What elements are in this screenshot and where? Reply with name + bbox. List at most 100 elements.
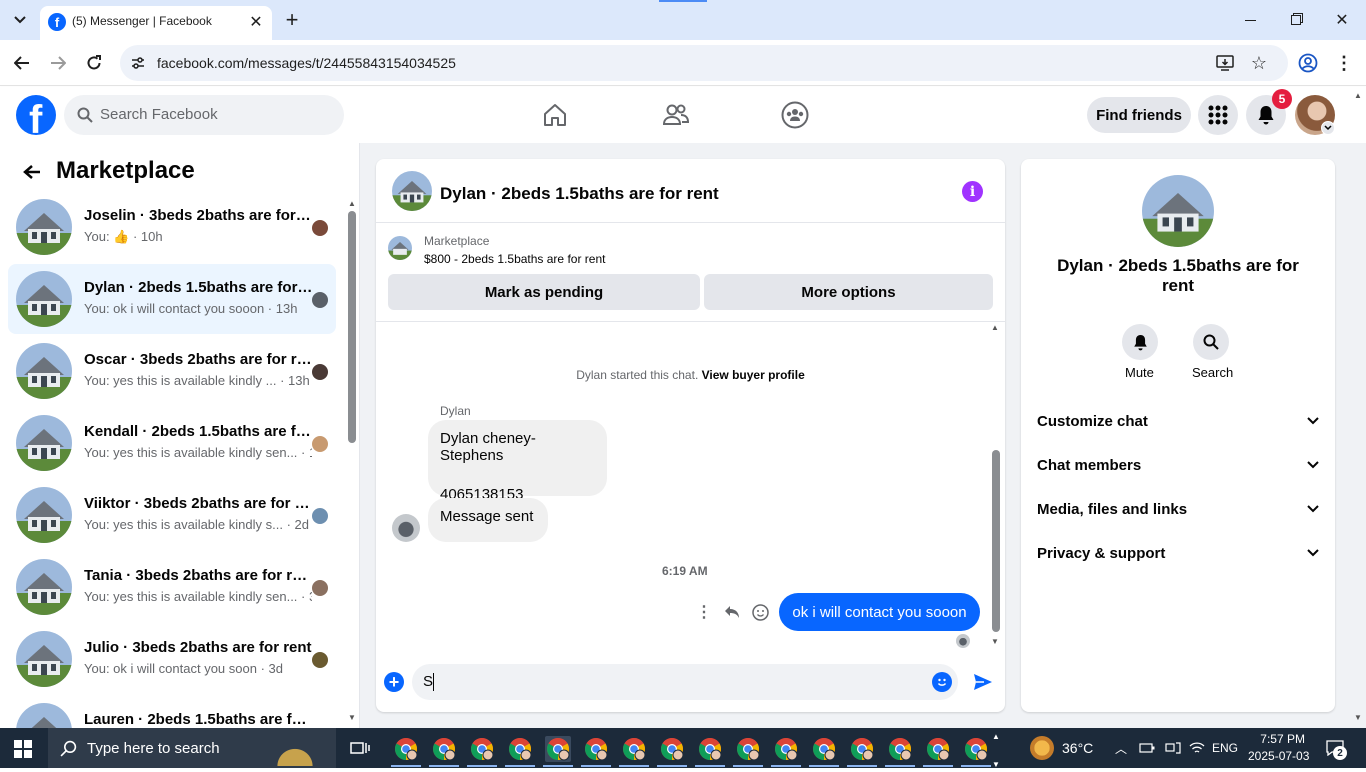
chrome-window-taskbar-icon[interactable] [963, 736, 989, 762]
taskbar-running-indicator [885, 765, 915, 767]
chat-item-time: · 1d [301, 445, 312, 460]
incoming-message[interactable]: Message sent [428, 498, 548, 542]
message-composer[interactable]: S [412, 664, 958, 700]
listing-desc[interactable]: $800 - 2beds 1.5baths are for rent [424, 252, 605, 266]
info-icon[interactable]: i [962, 181, 983, 202]
chat-list-item[interactable]: Oscar · 3beds 2baths are for rent You: ye… [8, 336, 336, 406]
info-section-label: Chat members [1037, 456, 1142, 474]
close-tab-icon[interactable]: ✕ [246, 12, 266, 32]
react-emoji-icon[interactable] [750, 602, 770, 622]
chrome-window-taskbar-icon[interactable] [887, 736, 913, 762]
chrome-window-taskbar-icon[interactable] [431, 736, 457, 762]
language-indicator[interactable]: ENG [1212, 741, 1238, 755]
chat-list-item[interactable]: Julio · 3beds 2baths are for rent You: ok… [8, 624, 336, 694]
weather-icon[interactable] [1030, 736, 1054, 760]
chrome-window-taskbar-icon[interactable] [393, 736, 419, 762]
restore-icon[interactable] [1282, 8, 1310, 32]
more-actions-icon[interactable]: ⋮ [694, 602, 714, 622]
chrome-window-taskbar-icon[interactable] [545, 736, 571, 762]
info-section-row[interactable]: Customize chat [1037, 399, 1319, 443]
chat-list-item[interactable]: Viiktor · 3beds 2baths are for rent You: … [8, 480, 336, 550]
add-attachment-icon[interactable]: + [384, 672, 404, 692]
chrome-window-taskbar-icon[interactable] [773, 736, 799, 762]
chrome-window-taskbar-icon[interactable] [811, 736, 837, 762]
reply-icon[interactable] [722, 602, 742, 622]
clock-date[interactable]: 2025-07-03 [1248, 749, 1309, 763]
chrome-window-taskbar-icon[interactable] [659, 736, 685, 762]
chat-header-title[interactable]: Dylan · 2beds 1.5baths are for rent [440, 184, 719, 204]
chat-scrollbar[interactable]: ▲ ▼ [990, 323, 1002, 649]
incoming-message[interactable]: Dylan cheney-Stephens 4065138153 [428, 420, 607, 503]
chrome-window-taskbar-icon[interactable] [469, 736, 495, 762]
info-avatar[interactable] [1142, 175, 1214, 247]
mute-button[interactable] [1122, 324, 1158, 360]
wifi-icon[interactable] [1188, 740, 1206, 756]
close-window-icon[interactable]: ✕ [1328, 8, 1356, 32]
back-arrow-icon[interactable] [20, 160, 44, 184]
friends-icon[interactable] [661, 101, 691, 129]
info-section-row[interactable]: Privacy & support [1037, 531, 1319, 575]
chat-list-item[interactable]: Joselin · 3beds 2baths are for rent You: … [8, 192, 336, 262]
network-icon[interactable] [1164, 740, 1182, 756]
windows-start-icon[interactable] [12, 738, 34, 760]
listing-thumbnail [16, 559, 72, 615]
chat-list-item[interactable]: Tania · 3beds 2baths are for rent You: ye… [8, 552, 336, 622]
info-section-row[interactable]: Media, files and links [1037, 487, 1319, 531]
site-settings-icon[interactable] [128, 53, 148, 73]
minimize-icon[interactable] [1236, 8, 1264, 32]
page-scroll-up[interactable]: ▲ [1354, 91, 1362, 100]
chrome-window-taskbar-icon[interactable] [925, 736, 951, 762]
tab-list-chevron-icon[interactable] [8, 8, 32, 32]
mark-as-pending-button[interactable]: Mark as pending [388, 274, 700, 310]
account-chevron-icon[interactable] [1321, 121, 1335, 135]
chrome-window-taskbar-icon[interactable] [507, 736, 533, 762]
chat-list-item[interactable]: Lauren · 2beds 1.5baths are for rent [8, 696, 336, 728]
chrome-window-taskbar-icon[interactable] [583, 736, 609, 762]
address-bar[interactable]: facebook.com/messages/t/2445584315403452… [120, 45, 1288, 81]
listing-thumbnail [16, 415, 72, 471]
listing-thumbnail[interactable] [388, 236, 412, 260]
chat-avatar[interactable] [392, 171, 432, 211]
home-icon[interactable] [540, 101, 570, 129]
chat-list-item[interactable]: Kendall · 2beds 1.5baths are for rent You… [8, 408, 336, 478]
facebook-search[interactable]: Search Facebook [64, 95, 344, 135]
profile-icon[interactable] [1296, 51, 1320, 75]
groups-icon[interactable] [780, 100, 810, 130]
info-section-row[interactable]: Chat members [1037, 443, 1319, 487]
taskbar-scroll[interactable]: ▲ ▼ [992, 730, 1004, 769]
chrome-window-taskbar-icon[interactable] [697, 736, 723, 762]
emoji-icon[interactable] [932, 672, 952, 692]
chat-item-time: · 3d [256, 661, 283, 676]
send-icon[interactable] [972, 671, 994, 693]
back-arrow-icon[interactable] [10, 51, 34, 75]
sidebar-scrollbar[interactable]: ▲ ▼ [346, 199, 356, 725]
chrome-window-taskbar-icon[interactable] [849, 736, 875, 762]
facebook-logo[interactable]: f [16, 95, 56, 135]
chat-item-title: Tania · 3beds 2baths are for rent [84, 567, 314, 584]
clock-time[interactable]: 7:57 PM [1257, 732, 1305, 746]
chrome-window-taskbar-icon[interactable] [735, 736, 761, 762]
reload-icon[interactable] [82, 51, 106, 75]
weather-temp[interactable]: 36°C [1062, 740, 1093, 756]
search-conversation-button[interactable] [1193, 324, 1229, 360]
browser-tab[interactable]: f (5) Messenger | Facebook ✕ [40, 6, 272, 40]
task-view-icon[interactable] [348, 736, 372, 760]
outgoing-message[interactable]: ok i will contact you sooon [779, 593, 980, 631]
listing-thumbnail [16, 487, 72, 543]
bookmark-star-icon[interactable]: ☆ [1248, 52, 1270, 74]
chat-list-item[interactable]: Dylan · 2beds 1.5baths are for rent You: … [8, 264, 336, 334]
forward-arrow-icon[interactable] [46, 51, 70, 75]
more-options-button[interactable]: More options [704, 274, 993, 310]
find-friends-button[interactable]: Find friends [1087, 97, 1191, 133]
taskbar-search[interactable]: Type here to search [48, 728, 336, 768]
tray-chevron-icon[interactable]: ︿ [1112, 740, 1130, 756]
chrome-window-taskbar-icon[interactable] [621, 736, 647, 762]
menu-grid-button[interactable] [1198, 95, 1238, 135]
chat-item-title: Dylan · 2beds 1.5baths are for rent [84, 279, 314, 296]
new-tab-icon[interactable]: + [280, 7, 304, 32]
install-app-icon[interactable] [1214, 53, 1236, 73]
view-buyer-profile-link[interactable]: View buyer profile [702, 368, 805, 382]
browser-menu-icon[interactable]: ⋮ [1332, 51, 1356, 75]
battery-icon[interactable] [1138, 740, 1156, 756]
page-scroll-down[interactable]: ▼ [1354, 713, 1362, 722]
